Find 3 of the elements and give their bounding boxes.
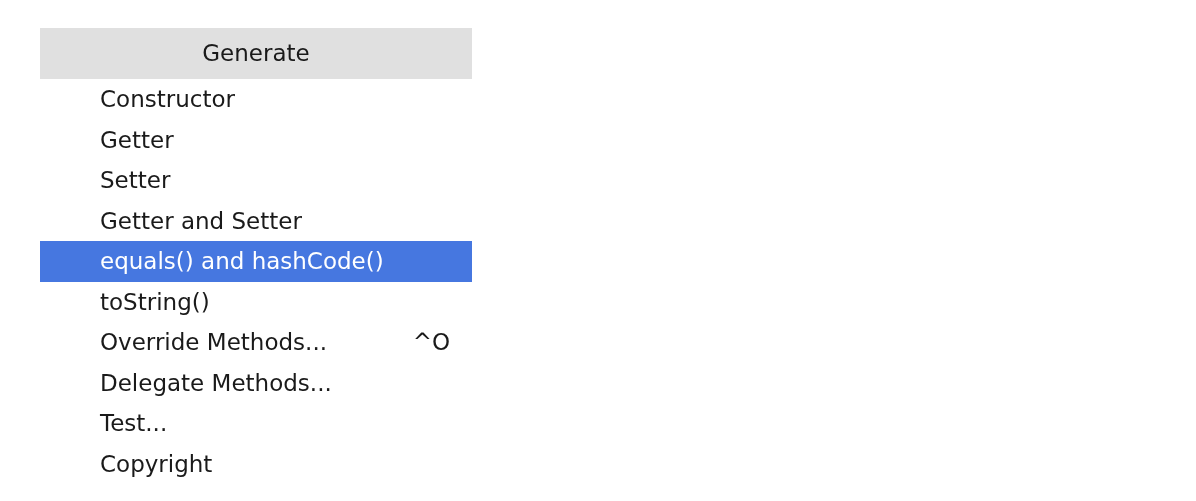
menu-item[interactable]: equals() and hashCode() — [40, 241, 472, 282]
menu-title: Generate — [40, 28, 472, 79]
shortcut-label: ^O — [412, 328, 450, 357]
